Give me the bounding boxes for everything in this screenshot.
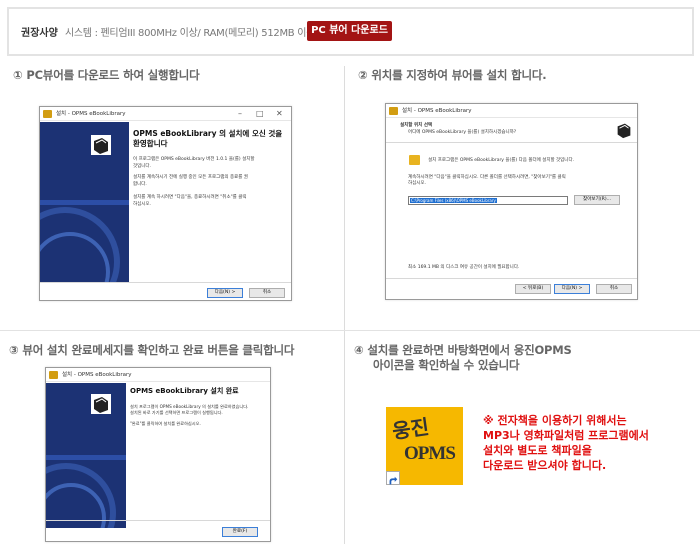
shortcut-arrow-icon: [386, 471, 400, 485]
finish-body1-line2: 설치된 바로 가기를 선택하면 프로그램이 실행됩니다.: [130, 410, 223, 415]
window-titlebar: 설치 - OPMS eBookLibrary: [46, 368, 270, 382]
welcome-body3-line2: 하십시오.: [133, 202, 151, 207]
location-header-title: 설치할 위치 선택: [400, 123, 433, 128]
welcome-heading-line2: 환영합니다: [133, 139, 168, 148]
notice-line-4: 다운로드 받으셔야 합니다.: [483, 459, 607, 472]
welcome-body1-line1: 이 프로그램은 OPMS eBookLibrary 버전 1.0.1 을(를) …: [133, 157, 255, 162]
browse-button[interactable]: 찾아보기(R)...: [574, 195, 620, 205]
notice-line-2: MP3나 영화파일처럼 프로그램에서: [483, 429, 649, 442]
welcome-body2-line1: 설치를 계속하시기 전에 실행 중인 모든 프로그램의 종료를 권: [133, 175, 248, 180]
location-folder-text: 설치 프로그램은 OPMS eBookLibrary 을(를) 다음 폴더에 설…: [428, 158, 575, 163]
finish-heading: OPMS eBookLibrary 설치 완료: [130, 387, 239, 395]
folder-icon: [409, 155, 420, 165]
window-title: 설치 - OPMS eBookLibrary: [62, 372, 132, 378]
welcome-heading-line1: OPMS eBookLibrary 의 설치에 오신 것을: [133, 129, 283, 138]
ebook-download-notice: ※ 전자책을 이용하기 위해서는 MP3나 영화파일처럼 프로그램에서 설치와 …: [483, 413, 649, 473]
installer-finish-window: 설치 - OPMS eBookLibrary OPMS eBookLibrary…: [45, 367, 271, 542]
install-path-value: C:\Program Files (x86)\OPMS eBookLibrary: [410, 198, 497, 203]
finish-body2: "완료"를 클릭하여 설치를 완료하십시오.: [130, 421, 201, 426]
welcome-body3-line1: 설치를 계속 하시려면 "다음"을, 종료하시려면 "취소"를 클릭: [133, 195, 247, 200]
installer-app-icon: [389, 107, 398, 115]
step-3-title: ③ 뷰어 설치 완료메세지를 확인하고 완료 버튼을 클릭합니다: [9, 343, 295, 357]
vertical-divider: [344, 66, 345, 544]
window-title: 설치 - OPMS eBookLibrary: [402, 108, 472, 114]
step-1-title: ① PC뷰어를 다운로드 하여 실행합니다: [13, 68, 200, 82]
cancel-button[interactable]: 취소: [596, 284, 632, 294]
installer-side-banner: [40, 122, 129, 282]
ebook-library-icon: [614, 120, 634, 140]
next-button[interactable]: 다음(N) >: [554, 284, 590, 294]
location-continue-line1: 계속하시려면 "다음"을 클릭하십시오. 다른 폴더를 선택하시려면, "찾아보…: [408, 175, 566, 180]
opms-icon-text-top: 웅진: [390, 416, 431, 444]
finish-button[interactable]: 완료(F): [222, 527, 258, 537]
location-continue-line2: 하십시오.: [408, 181, 426, 186]
notice-line-1: ※ 전자책을 이용하기 위해서는: [483, 414, 627, 427]
step-4-title-line2: 아이콘을 확인하실 수 있습니다: [373, 358, 520, 372]
step-4-title-line1: ④ 설치를 완료하면 바탕화면에서 웅진OPMS: [354, 343, 572, 357]
window-title: 설치 - OPMS eBookLibrary: [56, 111, 126, 117]
installer-side-banner: [46, 383, 126, 528]
opms-icon-text-bottom: OPMS: [404, 443, 456, 464]
disk-space-text: 최소 169.1 MB 의 디스크 여유 공간이 설치에 필요합니다.: [408, 265, 520, 270]
step-2-title: ② 위치를 지정하여 뷰어를 설치 합니다.: [358, 68, 547, 82]
requirements-text: 시스템 : 펜티엄III 800MHz 이상/ RAM(메모리) 512MB 이…: [65, 28, 316, 39]
window-titlebar: 설치 - OPMS eBookLibrary: [386, 104, 637, 118]
close-icon[interactable]: ✕: [276, 108, 283, 119]
opms-desktop-icon[interactable]: 웅진 OPMS: [386, 407, 463, 485]
installer-app-icon: [49, 371, 58, 379]
installer-app-icon: [43, 110, 52, 118]
minimize-icon[interactable]: –: [238, 108, 242, 119]
install-path-input[interactable]: C:\Program Files (x86)\OPMS eBookLibrary: [408, 196, 568, 205]
next-button[interactable]: 다음(N) >: [207, 288, 243, 298]
requirements-label: 권장사양: [21, 28, 58, 39]
ebook-library-icon: [91, 394, 111, 414]
window-titlebar: 설치 - OPMS eBookLibrary – □ ✕: [40, 107, 291, 121]
ebook-library-icon: [91, 135, 111, 155]
installer-location-window: 설치 - OPMS eBookLibrary 설치할 위치 선택 어디에 OPM…: [385, 103, 638, 300]
installer-welcome-window: 설치 - OPMS eBookLibrary – □ ✕ OPMS eBookL…: [39, 106, 292, 301]
cancel-button[interactable]: 취소: [249, 288, 285, 298]
back-button[interactable]: < 뒤로(B): [515, 284, 551, 294]
requirements-bar: 권장사양 시스템 : 펜티엄III 800MHz 이상/ RAM(메모리) 51…: [7, 7, 694, 56]
horizontal-divider: [0, 330, 700, 331]
pc-viewer-download-button[interactable]: PC 뷰어 다운로드: [307, 21, 392, 41]
notice-line-3: 설치와 별도로 책파일을: [483, 444, 592, 457]
location-header-subtitle: 어디에 OPMS eBookLibrary 을(를) 설치하시겠습니까?: [408, 130, 517, 135]
welcome-body1-line2: 것입니다.: [133, 164, 151, 169]
welcome-body2-line2: 합니다.: [133, 182, 147, 187]
maximize-icon[interactable]: □: [256, 108, 264, 119]
